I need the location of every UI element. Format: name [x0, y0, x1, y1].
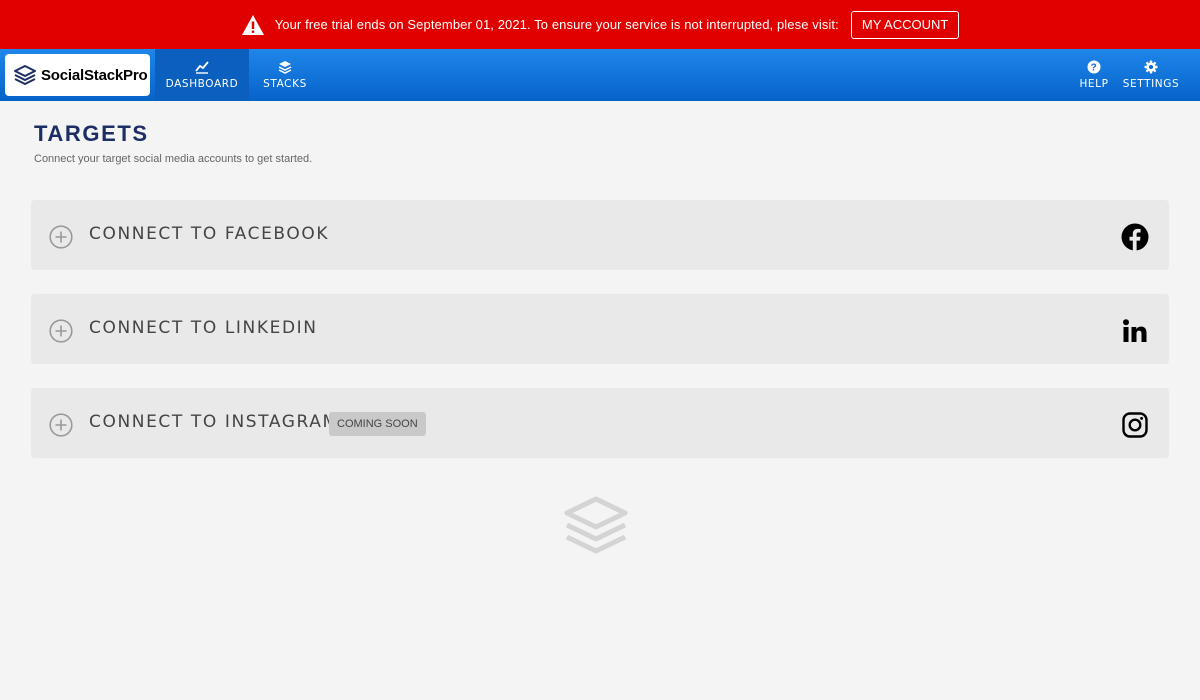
- add-circle-icon: [49, 225, 73, 249]
- add-circle-icon: [49, 413, 73, 437]
- stack-watermark-icon: [563, 495, 629, 559]
- stack-logo-icon: [13, 64, 37, 86]
- coming-soon-badge: COMING SOON: [329, 412, 426, 436]
- connect-instagram-card[interactable]: CONNECT TO INSTAGRAM COMING SOON: [31, 388, 1169, 458]
- facebook-icon: [1121, 223, 1149, 251]
- svg-text:?: ?: [1091, 63, 1098, 74]
- instagram-icon: [1121, 411, 1149, 439]
- linkedin-icon: [1121, 317, 1149, 345]
- gear-icon: [1144, 60, 1158, 74]
- connect-facebook-card[interactable]: CONNECT TO FACEBOOK: [31, 200, 1169, 270]
- nav-dashboard-label: DASHBOARD: [166, 78, 239, 90]
- layers-icon: [278, 60, 292, 74]
- top-navbar: SocialStackPro DASHBOARD STACKS ? HELP: [0, 49, 1200, 101]
- nav-help[interactable]: ? HELP: [1072, 49, 1116, 101]
- brand-name: SocialStackPro: [41, 67, 147, 84]
- chart-line-icon: [195, 60, 209, 74]
- my-account-button[interactable]: MY ACCOUNT: [851, 11, 959, 39]
- nav-help-label: HELP: [1079, 78, 1108, 90]
- nav-stacks[interactable]: STACKS: [255, 49, 315, 101]
- connect-instagram-label: CONNECT TO INSTAGRAM: [89, 412, 339, 432]
- nav-stacks-label: STACKS: [263, 78, 307, 90]
- trial-banner: Your free trial ends on September 01, 20…: [0, 0, 1200, 49]
- trial-message: Your free trial ends on September 01, 20…: [275, 17, 839, 32]
- add-circle-icon: [49, 319, 73, 343]
- connect-facebook-label: CONNECT TO FACEBOOK: [89, 224, 329, 244]
- help-icon: ?: [1087, 60, 1101, 74]
- nav-settings[interactable]: SETTINGS: [1118, 49, 1184, 101]
- connect-linkedin-label: CONNECT TO LINKEDIN: [89, 318, 318, 338]
- connect-linkedin-card[interactable]: CONNECT TO LINKEDIN: [31, 294, 1169, 364]
- page-subtitle: Connect your target social media account…: [34, 153, 312, 165]
- warning-icon: [241, 14, 265, 36]
- brand-logo[interactable]: SocialStackPro: [5, 54, 150, 96]
- nav-settings-label: SETTINGS: [1123, 78, 1180, 90]
- nav-dashboard[interactable]: DASHBOARD: [155, 49, 249, 101]
- page-title: TARGETS: [34, 121, 149, 147]
